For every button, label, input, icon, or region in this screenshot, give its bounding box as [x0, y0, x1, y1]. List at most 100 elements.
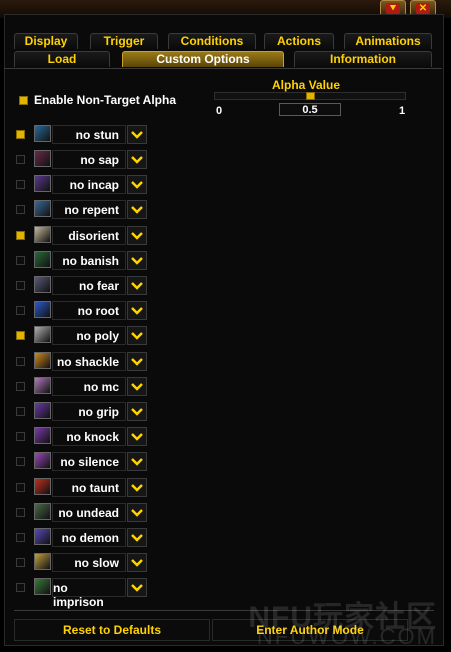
dropdown-button[interactable]	[127, 377, 147, 396]
close-icon: ✕	[416, 2, 430, 14]
dropdown-button[interactable]	[127, 452, 147, 471]
taunt-icon	[34, 478, 51, 495]
option-dropdown[interactable]: no knock	[52, 427, 126, 446]
chevron-down-icon	[131, 130, 143, 139]
option-dropdown[interactable]: no grip	[52, 402, 126, 421]
dropdown-button[interactable]	[127, 226, 147, 245]
dropdown-button[interactable]	[127, 528, 147, 547]
option-label: no sap	[80, 153, 119, 167]
option-checkbox[interactable]	[16, 357, 25, 366]
enable-non-target-alpha-label: Enable Non-Target Alpha	[34, 93, 177, 107]
option-row: no fear	[0, 276, 160, 298]
option-label: no silence	[60, 455, 119, 469]
tab-conditions[interactable]: Conditions	[168, 33, 256, 49]
alpha-slider-thumb[interactable]	[305, 92, 315, 100]
option-dropdown[interactable]: no mc	[52, 377, 126, 396]
option-dropdown[interactable]: no slow	[52, 553, 126, 572]
dropdown-button[interactable]	[127, 175, 147, 194]
chevron-down-icon	[131, 205, 143, 214]
dropdown-button[interactable]	[127, 553, 147, 572]
dropdown-button[interactable]	[127, 402, 147, 421]
dropdown-button[interactable]	[127, 326, 147, 345]
incapacitate-icon	[34, 175, 51, 192]
dropdown-button[interactable]	[127, 200, 147, 219]
option-dropdown[interactable]: no silence	[52, 452, 126, 471]
option-dropdown[interactable]: no poly	[52, 326, 126, 345]
option-checkbox[interactable]	[16, 533, 25, 542]
option-checkbox[interactable]	[16, 331, 25, 340]
option-checkbox[interactable]	[16, 407, 25, 416]
cyclone-icon	[34, 125, 51, 142]
option-checkbox[interactable]	[16, 583, 25, 592]
option-dropdown[interactable]: no undead	[52, 503, 126, 522]
alpha-value-input[interactable]: 0.5	[279, 103, 341, 116]
banish-icon	[34, 251, 51, 268]
option-label: no demon	[61, 531, 119, 545]
dropdown-button[interactable]	[127, 251, 147, 270]
dropdown-button[interactable]	[127, 125, 147, 144]
collapse-icon: ⯆	[386, 2, 400, 14]
tab-load[interactable]: Load	[14, 51, 110, 67]
option-row: no repent	[0, 200, 160, 222]
option-checkbox[interactable]	[16, 483, 25, 492]
option-checkbox[interactable]	[16, 130, 25, 139]
option-label: no taunt	[71, 481, 119, 495]
option-checkbox[interactable]	[16, 508, 25, 517]
option-row: no taunt	[0, 478, 160, 500]
option-dropdown[interactable]: no demon	[52, 528, 126, 547]
option-checkbox[interactable]	[16, 205, 25, 214]
option-row: disorient	[0, 226, 160, 248]
option-dropdown[interactable]: no root	[52, 301, 126, 320]
option-checkbox[interactable]	[16, 155, 25, 164]
tab-custom-options[interactable]: Custom Options	[122, 51, 284, 67]
dropdown-button[interactable]	[127, 427, 147, 446]
tab-trigger[interactable]: Trigger	[90, 33, 158, 49]
reset-to-defaults-button[interactable]: Reset to Defaults	[14, 619, 210, 641]
chevron-down-icon	[131, 357, 143, 366]
enable-non-target-alpha-checkbox[interactable]	[19, 96, 28, 105]
slow-icon	[34, 553, 51, 570]
option-dropdown[interactable]: no stun	[52, 125, 126, 144]
option-dropdown[interactable]: disorient	[52, 226, 126, 245]
option-checkbox[interactable]	[16, 180, 25, 189]
dropdown-button[interactable]	[127, 301, 147, 320]
option-dropdown[interactable]: no banish	[52, 251, 126, 270]
dropdown-button[interactable]	[127, 150, 147, 169]
option-dropdown[interactable]: no repent	[52, 200, 126, 219]
tab-information[interactable]: Information	[294, 51, 432, 67]
option-dropdown[interactable]: no incap	[52, 175, 126, 194]
dropdown-button[interactable]	[127, 352, 147, 371]
sap-icon	[34, 150, 51, 167]
option-checkbox[interactable]	[16, 281, 25, 290]
option-checkbox[interactable]	[16, 432, 25, 441]
option-label: no fear	[78, 279, 119, 293]
option-dropdown[interactable]: no sap	[52, 150, 126, 169]
alpha-slider[interactable]	[214, 92, 406, 100]
option-checkbox[interactable]	[16, 256, 25, 265]
tab-animations[interactable]: Animations	[344, 33, 432, 49]
chevron-down-icon	[131, 483, 143, 492]
dropdown-button[interactable]	[127, 578, 147, 597]
tab-display[interactable]: Display	[14, 33, 78, 49]
option-checkbox[interactable]	[16, 382, 25, 391]
option-checkbox[interactable]	[16, 306, 25, 315]
option-label: no imprison	[53, 581, 104, 609]
option-checkbox[interactable]	[16, 231, 25, 240]
option-dropdown[interactable]: no fear	[52, 276, 126, 295]
option-dropdown[interactable]: no taunt	[52, 478, 126, 497]
tab-actions[interactable]: Actions	[264, 33, 334, 49]
alpha-max-label: 1	[399, 105, 406, 117]
option-row: no imprison	[0, 578, 160, 609]
scroll-icon	[34, 226, 51, 243]
demon-icon	[34, 528, 51, 545]
watermark-url: NFUWOW.COM	[256, 624, 437, 649]
option-checkbox[interactable]	[16, 457, 25, 466]
option-checkbox[interactable]	[16, 558, 25, 567]
chevron-down-icon	[131, 432, 143, 441]
option-dropdown[interactable]: no imprison	[52, 578, 126, 609]
chevron-down-icon	[131, 281, 143, 290]
dropdown-button[interactable]	[127, 276, 147, 295]
dropdown-button[interactable]	[127, 503, 147, 522]
option-dropdown[interactable]: no shackle	[52, 352, 126, 371]
dropdown-button[interactable]	[127, 478, 147, 497]
